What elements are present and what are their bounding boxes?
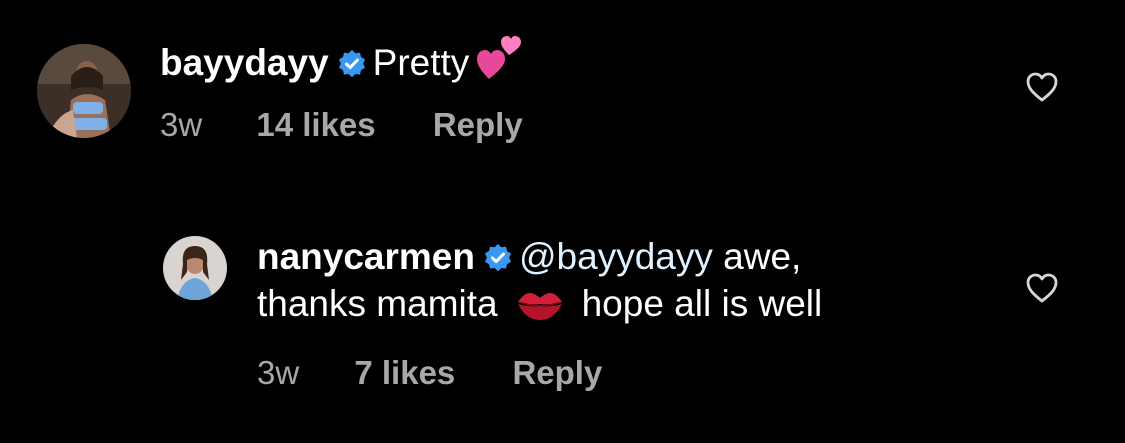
avatar[interactable] xyxy=(163,236,227,300)
timestamp: 3w xyxy=(257,354,300,391)
comment-text: awe, xyxy=(723,236,802,277)
verified-badge-icon xyxy=(483,238,513,283)
comment-body: bayydayy Pretty xyxy=(160,33,525,91)
heart-outline-icon[interactable] xyxy=(1025,71,1059,108)
verified-badge-icon xyxy=(337,44,367,89)
mention-link[interactable]: @bayydayy xyxy=(519,236,713,277)
kiss-mark-icon xyxy=(516,286,564,332)
comment-body-line-1: nanycarmen @bayydayy awe, xyxy=(257,234,801,283)
comment-meta: 3w 7 likes Reply xyxy=(257,354,602,392)
comment-text: hope all is well xyxy=(581,283,823,324)
avatar-image xyxy=(37,44,131,138)
timestamp: 3w xyxy=(160,106,203,143)
heart-outline-icon[interactable] xyxy=(1025,272,1059,309)
comment-body-line-2: thanks mamita hope all is well xyxy=(257,281,822,332)
comment-text: Pretty xyxy=(372,42,470,83)
reply-button[interactable]: Reply xyxy=(512,354,602,392)
two-hearts-icon xyxy=(475,33,525,91)
avatar[interactable] xyxy=(37,44,131,138)
avatar-image xyxy=(163,236,227,300)
comment-text: thanks mamita xyxy=(257,283,498,324)
username[interactable]: bayydayy xyxy=(160,42,329,83)
username[interactable]: nanycarmen xyxy=(257,236,475,277)
likes-count[interactable]: 7 likes xyxy=(354,354,455,392)
comment-meta: 3w 14 likes Reply xyxy=(160,106,523,144)
likes-count[interactable]: 14 likes xyxy=(256,106,375,144)
reply-button[interactable]: Reply xyxy=(433,106,523,144)
